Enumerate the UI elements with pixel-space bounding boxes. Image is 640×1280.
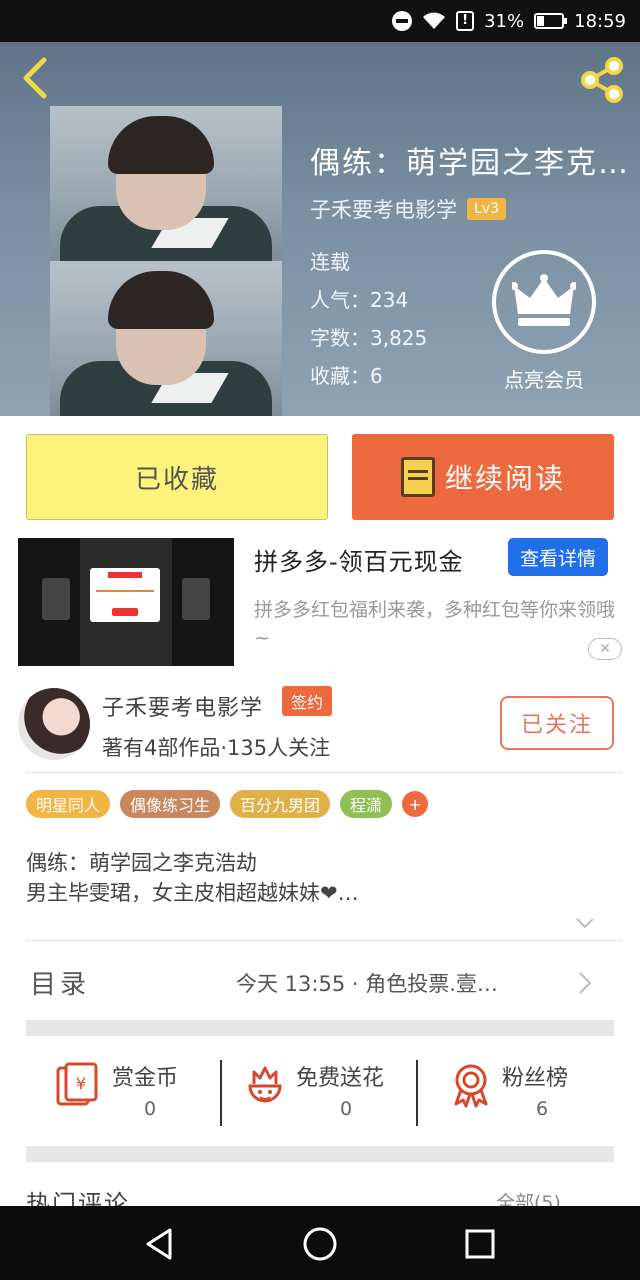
back-nav-icon[interactable]	[140, 1224, 180, 1264]
battery-charging-icon	[534, 13, 568, 29]
book-author-row: 子禾要考电影学 Lv3	[310, 194, 506, 224]
tag[interactable]: 百分九男团	[230, 790, 331, 818]
home-nav-icon[interactable]	[300, 1224, 340, 1264]
tag[interactable]: 程潇	[340, 790, 393, 818]
flower-icon	[248, 1066, 282, 1103]
stat-value: 0	[144, 1098, 157, 1120]
stat-value: 6	[536, 1098, 549, 1120]
section-gap	[26, 1020, 614, 1036]
cover-photo-bottom	[50, 261, 282, 416]
signed-badge: 签约	[282, 686, 332, 716]
book-word-count: 字数：3,825	[310, 326, 428, 350]
book-icon	[400, 457, 435, 497]
stat-value: 0	[340, 1098, 353, 1120]
author-level-badge: Lv3	[467, 198, 506, 220]
book-description[interactable]: 偶练：萌学园之李克浩劫 男主毕雯珺，女主皮相超越妹妹❤…	[26, 848, 606, 908]
reward-coins-stat[interactable]: ¥ 赏金币 0	[54, 1056, 204, 1146]
book-author[interactable]: 子禾要考电影学	[310, 194, 457, 224]
ad-description: 拼多多红包福利来袭，多种红包等你来领哦~	[254, 599, 616, 649]
follow-button[interactable]: 已关注	[500, 696, 614, 750]
free-flowers-stat[interactable]: 免费送花 0	[242, 1056, 412, 1146]
stat-label: 免费送花	[296, 1066, 385, 1091]
book-favorites: 收藏：6	[310, 364, 383, 388]
continue-reading-label: 继续阅读	[444, 462, 565, 495]
alert-icon: !	[456, 11, 475, 31]
stat-label: 赏金币	[112, 1066, 179, 1091]
book-detail-body: 已收藏 继续阅读 拼多多-领百元现金 查看详情 拼多多红包福利来袭，多种红包等你…	[0, 416, 640, 1218]
book-header: 偶练：萌学园之李克… 子禾要考电影学 Lv3 连载 人气：234 字数：3,82…	[0, 42, 640, 416]
svg-text:¥: ¥	[76, 1074, 86, 1093]
back-arrow-icon[interactable]	[18, 56, 54, 100]
favorited-button[interactable]: 已收藏	[26, 434, 328, 520]
clock: 18:59	[574, 10, 626, 32]
vip-button[interactable]	[492, 250, 596, 354]
battery-fill	[537, 16, 545, 26]
section-gap	[26, 1146, 614, 1162]
system-nav-bar	[0, 1206, 640, 1280]
medal-icon	[454, 1064, 488, 1108]
book-title: 偶练：萌学园之李克…	[310, 146, 630, 181]
share-icon[interactable]	[578, 56, 626, 104]
ad-details-button[interactable]: 查看详情	[508, 538, 608, 576]
ad-close-icon[interactable]: ✕	[588, 638, 622, 660]
tag-list: 明星同人 偶像练习生 百分九男团 程潇 +	[26, 790, 429, 818]
chevron-right-icon[interactable]	[576, 970, 594, 996]
ad-image[interactable]	[18, 538, 234, 666]
book-status: 连载	[310, 250, 350, 274]
author-name[interactable]: 子禾要考电影学	[102, 690, 263, 722]
book-cover[interactable]	[50, 106, 282, 416]
toc-latest-chapter[interactable]: 今天 13:55 · 角色投票.壹…	[236, 968, 556, 998]
tag[interactable]: 明星同人	[26, 790, 111, 818]
chevron-down-icon[interactable]	[574, 912, 596, 934]
vip-label: 点亮会员	[504, 368, 584, 392]
red-envelope-icon: ¥	[56, 1062, 98, 1106]
description-line: 偶练：萌学园之李克浩劫	[26, 851, 257, 875]
continue-reading-button[interactable]: 继续阅读	[352, 434, 614, 520]
recents-nav-icon[interactable]	[460, 1224, 500, 1264]
wifi-icon	[422, 11, 446, 31]
crown-icon	[512, 274, 576, 326]
tag[interactable]: 偶像练习生	[120, 790, 221, 818]
stat-label: 粉丝榜	[502, 1066, 569, 1091]
fan-ranking-stat[interactable]: 粉丝榜 6	[448, 1056, 598, 1146]
divider	[26, 940, 622, 941]
divider	[26, 772, 622, 773]
battery-percent: 31%	[484, 10, 525, 32]
status-bar: ! 31% 18:59	[0, 0, 640, 42]
divider	[220, 1060, 222, 1126]
add-tag-button[interactable]: +	[402, 791, 429, 817]
author-stats: 著有4部作品·135人关注	[102, 736, 331, 760]
do-not-disturb-icon	[392, 11, 413, 31]
cover-photo-top	[50, 106, 282, 276]
description-line: 男主毕雯珺，女主皮相超越妹妹❤…	[26, 881, 359, 905]
author-avatar[interactable]	[18, 688, 90, 760]
ad-title[interactable]: 拼多多-领百元现金	[254, 542, 464, 577]
toc-label[interactable]: 目录	[30, 964, 90, 1001]
book-popularity: 人气：234	[310, 288, 409, 312]
divider	[416, 1060, 418, 1126]
